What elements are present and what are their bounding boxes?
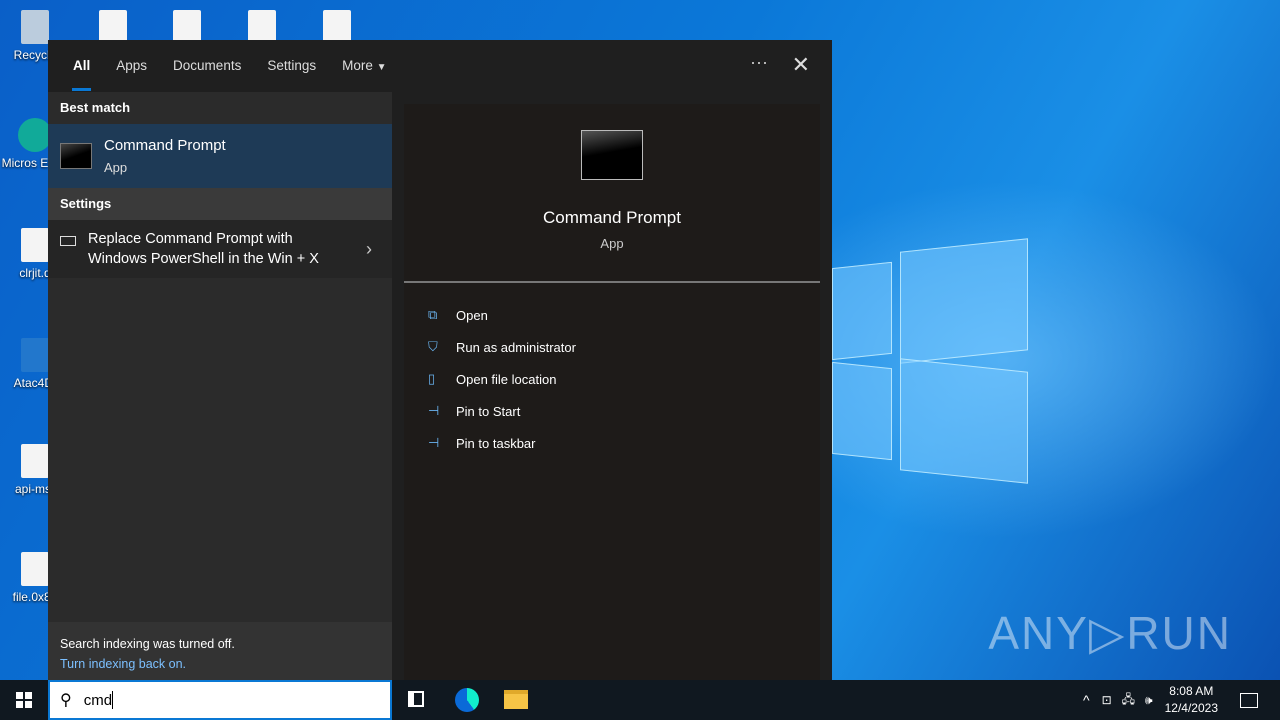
results-list: Best match Command Prompt App Settings Re…: [48, 92, 392, 680]
search-tabs: All Apps Documents Settings More ▼: [48, 40, 832, 92]
divider: [404, 281, 820, 283]
volume-icon[interactable]: 🕪: [1145, 693, 1153, 708]
notifications-icon[interactable]: [1240, 692, 1258, 708]
task-view-icon[interactable]: [408, 691, 424, 707]
action-open[interactable]: ⧉ Open: [404, 299, 820, 331]
tab-apps[interactable]: Apps: [103, 40, 160, 92]
preview-pane: Command Prompt App ⧉ Open ⛉ Run as adminis…: [404, 104, 820, 680]
tab-all[interactable]: All: [60, 40, 103, 92]
icon-label: clrjit.d: [19, 266, 51, 280]
file-icon: [323, 10, 351, 44]
settings-header: Settings: [48, 188, 392, 220]
chevron-up-icon[interactable]: ^: [1083, 692, 1090, 708]
shield-icon: ⛉: [428, 339, 438, 354]
anyrun-watermark: ANY▷RUN: [988, 607, 1232, 659]
tab-more-label: More: [342, 58, 373, 73]
preview-title: Command Prompt: [543, 208, 681, 227]
file-icon: [21, 228, 49, 262]
meet-now-icon[interactable]: ⊡: [1102, 693, 1112, 707]
command-prompt-icon: [60, 143, 92, 169]
tab-more[interactable]: More ▼: [329, 40, 399, 92]
action-label: Run as administrator: [456, 339, 576, 355]
system-tray: ^ ⊡ 🖧 🕪 8:08 AM 12/4/2023: [1083, 680, 1280, 720]
open-icon: ⧉: [428, 307, 438, 322]
action-label: Pin to taskbar: [456, 435, 536, 451]
network-icon[interactable]: 🖧: [1122, 690, 1135, 711]
edge-taskbar-icon[interactable]: [455, 688, 479, 712]
wallpaper-logo: [832, 361, 892, 461]
clock-time: 8:08 AM: [1169, 684, 1214, 698]
settings-result-item[interactable]: Replace Command Prompt with Windows Powe…: [48, 220, 392, 278]
close-button[interactable]: ✕: [792, 52, 810, 78]
monitor-icon: [60, 236, 76, 246]
chevron-right-icon: ›: [366, 239, 372, 259]
result-subtitle: App: [104, 160, 128, 175]
tab-settings[interactable]: Settings: [254, 40, 329, 92]
file-icon: [21, 444, 49, 478]
pin-icon: ⊣: [428, 403, 440, 418]
tab-documents[interactable]: Documents: [160, 40, 254, 92]
action-label: Open: [456, 307, 488, 323]
file-icon: [99, 10, 127, 44]
file-icon: [21, 338, 49, 372]
file-location-icon: ▯: [428, 371, 436, 386]
file-icon: [173, 10, 201, 44]
preview-subtitle: App: [600, 236, 624, 251]
pin-icon: ⊣: [428, 435, 440, 450]
action-open-file-location[interactable]: ▯ Open file location: [404, 363, 820, 395]
search-value: cmd: [83, 691, 113, 709]
indexing-notice: Search indexing was turned off. Turn ind…: [48, 622, 392, 680]
clock[interactable]: 8:08 AM 12/4/2023: [1165, 683, 1218, 717]
clock-date: 12/4/2023: [1164, 701, 1218, 715]
recycle-bin-icon: [21, 10, 49, 44]
file-icon: [248, 10, 276, 44]
command-prompt-icon: [581, 130, 643, 180]
edge-icon: [18, 118, 52, 152]
file-explorer-icon[interactable]: [504, 690, 528, 709]
action-pin-to-start[interactable]: ⊣ Pin to Start: [404, 395, 820, 427]
search-icon: ⚲: [60, 692, 72, 709]
action-run-as-administrator[interactable]: ⛉ Run as administrator: [404, 331, 820, 363]
file-icon: [21, 552, 49, 586]
action-label: Open file location: [456, 371, 557, 387]
wallpaper-logo: [900, 238, 1028, 364]
wallpaper-glow: [820, 180, 1280, 540]
result-title: Command Prompt: [104, 137, 226, 154]
wallpaper-logo: [900, 358, 1028, 484]
search-panel: All Apps Documents Settings More ▼ ··· ✕…: [48, 40, 832, 680]
chevron-down-icon: ▼: [376, 62, 387, 73]
settings-result-label: Replace Command Prompt with Windows Powe…: [88, 231, 319, 267]
wallpaper-logo: [832, 261, 892, 361]
more-options-button[interactable]: ···: [750, 52, 768, 73]
indexing-notice-text: Search indexing was turned off.: [60, 637, 235, 651]
action-pin-to-taskbar[interactable]: ⊣ Pin to taskbar: [404, 427, 820, 459]
best-match-header: Best match: [48, 92, 392, 124]
action-label: Pin to Start: [456, 403, 521, 419]
taskbar: ⚲ cmd ^ ⊡ 🖧 🕪 8:08 AM 12/4/2023: [0, 680, 1280, 720]
best-match-item[interactable]: Command Prompt App: [48, 124, 392, 188]
turn-indexing-on-link[interactable]: Turn indexing back on.: [60, 657, 186, 671]
start-button[interactable]: [16, 692, 32, 708]
search-input[interactable]: ⚲ cmd: [48, 680, 392, 720]
